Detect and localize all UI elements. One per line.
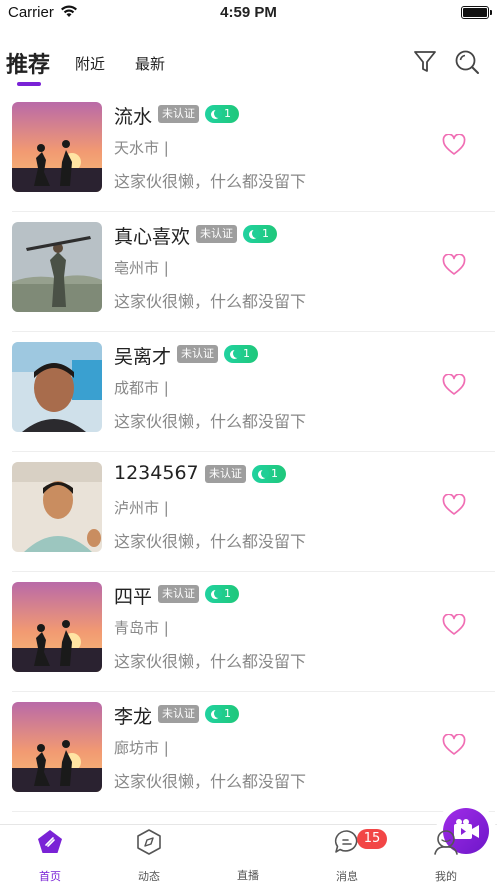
user-name: 流水 — [114, 106, 153, 128]
user-bio: 这家伙很懒，什么都没留下 — [114, 172, 307, 191]
filter-icon[interactable] — [413, 49, 437, 75]
unverified-badge: 未认证 — [158, 705, 199, 723]
avatar[interactable] — [12, 702, 102, 792]
user-row[interactable]: 吴离才 未认证 1 成都市 | 这家伙很懒，什么都没留下 — [12, 332, 495, 452]
user-name: 1234567 — [114, 462, 199, 484]
user-badges: 未认证 1 — [205, 465, 286, 483]
user-row[interactable]: 流水 未认证 1 天水市 | 这家伙很懒，什么都没留下 — [12, 92, 495, 212]
clock: 4:59 PM — [220, 4, 277, 21]
user-city: 泸州市 | — [114, 499, 169, 517]
user-row[interactable]: 李龙 未认证 1 廊坊市 | 这家伙很懒，什么都没留下 — [12, 692, 495, 812]
level-value: 1 — [262, 227, 269, 240]
moon-icon — [211, 108, 222, 119]
tab-mine[interactable]: 我的 — [416, 829, 476, 883]
like-heart-icon[interactable] — [442, 373, 466, 396]
top-tab-bar: 推荐 附近 最新 — [0, 44, 497, 92]
user-city: 亳州市 | — [114, 259, 169, 277]
avatar[interactable] — [12, 222, 102, 312]
like-heart-icon[interactable] — [442, 733, 466, 756]
user-bio: 这家伙很懒，什么都没留下 — [114, 292, 307, 311]
tab-live[interactable]: 直播 — [218, 801, 496, 883]
user-row[interactable]: 真心喜欢 未认证 1 亳州市 | 这家伙很懒，什么都没留下 — [12, 212, 495, 332]
user-row[interactable]: 四平 未认证 1 青岛市 | 这家伙很懒，什么都没留下 — [12, 572, 495, 692]
bottom-tab-bar: 首页 动态 直播 消息 15 我的 — [0, 801, 497, 883]
user-badges: 未认证 1 — [158, 585, 239, 603]
level-value: 1 — [224, 587, 231, 600]
unverified-badge: 未认证 — [196, 225, 237, 243]
status-bar: Carrier 4:59 PM — [0, 0, 497, 26]
user-list: 流水 未认证 1 天水市 | 这家伙很懒，什么都没留下 真心喜欢 未认证 1 亳… — [0, 92, 497, 812]
level-value: 1 — [224, 107, 231, 120]
tab-latest[interactable]: 最新 — [135, 53, 165, 74]
tab-recommended[interactable]: 推荐 — [6, 47, 50, 79]
unverified-badge: 未认证 — [205, 465, 246, 483]
tab-mine-label: 我的 — [435, 870, 457, 883]
avatar[interactable] — [12, 342, 102, 432]
level-badge: 1 — [243, 225, 277, 243]
unverified-badge: 未认证 — [177, 345, 218, 363]
moon-icon — [249, 228, 260, 239]
user-bio: 这家伙很懒，什么都没留下 — [114, 412, 307, 431]
user-name: 李龙 — [114, 706, 153, 728]
level-value: 1 — [243, 347, 250, 360]
battery-icon — [461, 6, 492, 19]
level-badge: 1 — [205, 585, 239, 603]
tab-home-label: 首页 — [39, 870, 61, 883]
profile-icon — [434, 830, 458, 855]
home-icon — [38, 830, 62, 853]
moon-icon — [258, 468, 269, 479]
level-badge: 1 — [252, 465, 286, 483]
user-row[interactable]: 1234567 未认证 1 泸州市 | 这家伙很懒，什么都没留下 — [12, 452, 495, 572]
level-badge: 1 — [205, 105, 239, 123]
tab-feed[interactable]: 动态 — [119, 829, 179, 883]
user-badges: 未认证 1 — [177, 345, 258, 363]
moon-icon — [211, 708, 222, 719]
unverified-badge: 未认证 — [158, 105, 199, 123]
tab-live-label: 直播 — [237, 869, 259, 882]
user-name: 四平 — [114, 586, 153, 608]
like-heart-icon[interactable] — [442, 133, 466, 156]
user-city: 廊坊市 | — [114, 739, 169, 757]
tab-feed-label: 动态 — [138, 870, 160, 883]
level-badge: 1 — [224, 345, 258, 363]
like-heart-icon[interactable] — [442, 253, 466, 276]
tab-nearby[interactable]: 附近 — [75, 53, 105, 74]
user-bio: 这家伙很懒，什么都没留下 — [114, 532, 307, 551]
user-bio: 这家伙很懒，什么都没留下 — [114, 652, 307, 671]
search-icon[interactable] — [454, 49, 480, 75]
like-heart-icon[interactable] — [442, 613, 466, 636]
chat-bubble-icon — [334, 830, 358, 853]
moon-icon — [211, 588, 222, 599]
user-name: 吴离才 — [114, 346, 172, 368]
user-city: 天水市 | — [114, 139, 169, 157]
level-badge: 1 — [205, 705, 239, 723]
unread-count-badge: 15 — [357, 829, 387, 849]
level-value: 1 — [271, 467, 278, 480]
compass-icon — [137, 829, 161, 855]
user-badges: 未认证 1 — [158, 105, 239, 123]
tab-messages-label: 消息 — [336, 870, 358, 883]
user-city: 成都市 | — [114, 379, 169, 397]
user-bio: 这家伙很懒，什么都没留下 — [114, 772, 307, 791]
like-heart-icon[interactable] — [442, 493, 466, 516]
avatar[interactable] — [12, 582, 102, 672]
level-value: 1 — [224, 707, 231, 720]
moon-icon — [230, 348, 241, 359]
avatar[interactable] — [12, 462, 102, 552]
user-badges: 未认证 1 — [196, 225, 277, 243]
user-city: 青岛市 | — [114, 619, 169, 637]
avatar[interactable] — [12, 102, 102, 192]
user-name: 真心喜欢 — [114, 226, 191, 248]
user-badges: 未认证 1 — [158, 705, 239, 723]
tab-home[interactable]: 首页 — [20, 829, 80, 883]
tab-indicator — [17, 82, 41, 86]
unverified-badge: 未认证 — [158, 585, 199, 603]
